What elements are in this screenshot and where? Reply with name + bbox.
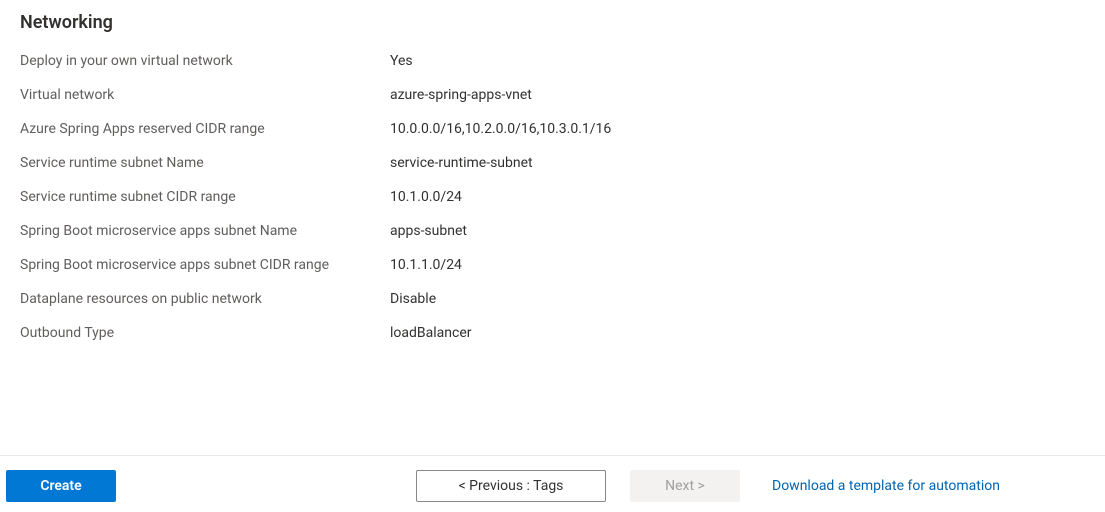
field-deploy-own-vnet: Deploy in your own virtual network Yes [20, 51, 1085, 71]
previous-button[interactable]: < Previous : Tags [416, 470, 606, 502]
field-runtime-subnet-name: Service runtime subnet Name service-runt… [20, 153, 1085, 173]
download-template-link[interactable]: Download a template for automation [772, 478, 1000, 494]
field-apps-subnet-cidr: Spring Boot microservice apps subnet CID… [20, 255, 1085, 275]
field-label: Azure Spring Apps reserved CIDR range [20, 119, 390, 139]
wizard-footer: Create < Previous : Tags Next > Download… [0, 455, 1105, 512]
field-value: loadBalancer [390, 323, 471, 343]
create-button[interactable]: Create [6, 470, 116, 502]
section-title: Networking [20, 12, 1085, 33]
field-label: Deploy in your own virtual network [20, 51, 390, 71]
field-virtual-network: Virtual network azure-spring-apps-vnet [20, 85, 1085, 105]
field-label: Spring Boot microservice apps subnet Nam… [20, 221, 390, 241]
field-label: Service runtime subnet CIDR range [20, 187, 390, 207]
field-reserved-cidr: Azure Spring Apps reserved CIDR range 10… [20, 119, 1085, 139]
field-label: Spring Boot microservice apps subnet CID… [20, 255, 390, 275]
field-dataplane-public: Dataplane resources on public network Di… [20, 289, 1085, 309]
field-value: 10.1.0.0/24 [390, 187, 462, 207]
networking-section: Networking Deploy in your own virtual ne… [0, 0, 1105, 343]
field-value: service-runtime-subnet [390, 153, 533, 173]
field-value: 10.1.1.0/24 [390, 255, 462, 275]
field-value: azure-spring-apps-vnet [390, 85, 532, 105]
field-label: Dataplane resources on public network [20, 289, 390, 309]
next-button: Next > [630, 470, 740, 502]
field-value: 10.0.0.0/16,10.2.0.0/16,10.3.0.1/16 [390, 119, 611, 139]
field-label: Service runtime subnet Name [20, 153, 390, 173]
field-outbound-type: Outbound Type loadBalancer [20, 323, 1085, 343]
field-value: Yes [390, 51, 413, 71]
field-runtime-subnet-cidr: Service runtime subnet CIDR range 10.1.0… [20, 187, 1085, 207]
field-label: Outbound Type [20, 323, 390, 343]
field-value: Disable [390, 289, 436, 309]
field-label: Virtual network [20, 85, 390, 105]
field-value: apps-subnet [390, 221, 467, 241]
field-apps-subnet-name: Spring Boot microservice apps subnet Nam… [20, 221, 1085, 241]
